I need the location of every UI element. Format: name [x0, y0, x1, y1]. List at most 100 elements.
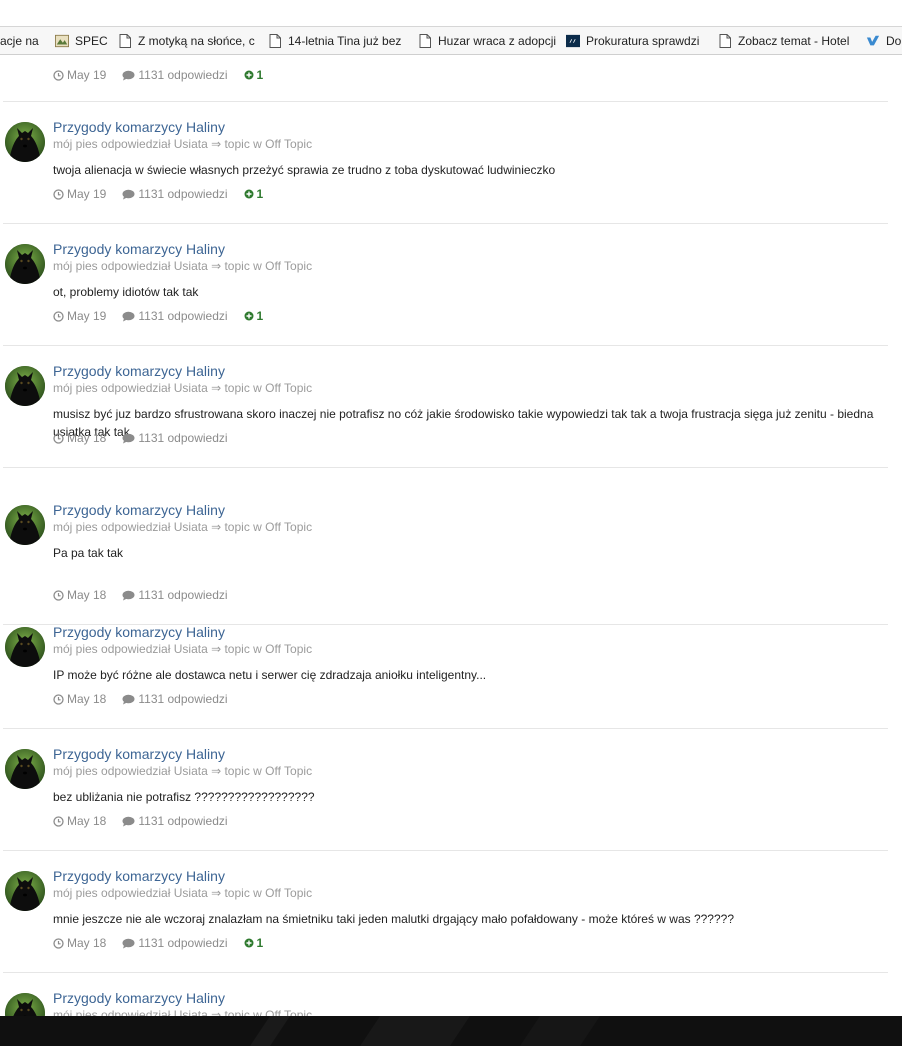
bookmark-5[interactable]: Prokuratura sprawdzi	[566, 27, 700, 54]
replies-count[interactable]: 1131 odpowiedzi	[122, 692, 228, 706]
replies-count[interactable]: 1131 odpowiedzi	[122, 187, 228, 201]
clock-icon	[53, 937, 64, 949]
post-stats: May 18 1131 odpowiedzi 1	[53, 936, 279, 950]
post-date: May 18	[53, 588, 106, 602]
replies-count[interactable]: 1131 odpowiedzi	[122, 814, 228, 828]
avatar[interactable]	[5, 366, 45, 406]
post-date: May 18	[53, 936, 106, 950]
post-meta: mój pies odpowiedział Usiata ⇒ topic w O…	[53, 381, 313, 395]
bookmark-7[interactable]: Do	[866, 27, 901, 54]
post-title-link[interactable]: Przygody komarzycy Haliny	[53, 502, 225, 518]
reputation-badge: 1	[244, 309, 263, 323]
comment-icon	[122, 189, 135, 199]
clock-icon	[53, 815, 64, 827]
post-title-link[interactable]: Przygody komarzycy Haliny	[53, 624, 225, 640]
comment-icon	[122, 311, 135, 321]
avatar[interactable]	[5, 122, 45, 162]
page-icon	[119, 34, 131, 48]
reputation-badge: 1	[244, 68, 263, 82]
post-title-link[interactable]: Przygody komarzycy Haliny	[53, 119, 225, 135]
avatar[interactable]	[5, 505, 45, 545]
clock-icon	[53, 589, 64, 601]
plus-circle-icon	[244, 311, 254, 321]
page-icon	[719, 34, 731, 48]
post-meta: mój pies odpowiedział Usiata ⇒ topic w O…	[53, 886, 313, 900]
page-icon	[269, 34, 281, 48]
post-body: Pa pa tak tak	[53, 546, 124, 560]
divider	[3, 467, 888, 468]
bookmark-label: Prokuratura sprawdzi	[586, 34, 700, 48]
dark-bottom-bar	[0, 1016, 902, 1046]
replies-count[interactable]: 1131 odpowiedzi	[122, 309, 228, 323]
dog-avatar-image	[5, 244, 45, 284]
replies-count[interactable]: 1131 odpowiedzi	[122, 936, 228, 950]
dog-avatar-image	[5, 749, 45, 789]
bookmark-3[interactable]: 14-letnia Tina już bez	[268, 27, 401, 54]
post-title-link[interactable]: Przygody komarzycy Haliny	[53, 868, 225, 884]
post-date: May 18	[53, 431, 106, 445]
divider	[3, 972, 888, 973]
spec-favicon-icon	[55, 34, 69, 48]
avatar[interactable]	[5, 627, 45, 667]
avatar[interactable]	[5, 749, 45, 789]
clock-icon	[53, 432, 64, 444]
dog-avatar-image	[5, 505, 45, 545]
bookmark-label: Z motyką na słońce, c	[138, 34, 255, 48]
comment-icon	[122, 694, 135, 704]
dog-avatar-image	[5, 871, 45, 911]
post-stats: May 18 1131 odpowiedzi	[53, 431, 244, 445]
post-date: May 18	[53, 692, 106, 706]
post-stats: May 19 1131 odpowiedzi 1	[53, 309, 279, 323]
replies-count[interactable]: 1131 odpowiedzi	[122, 588, 228, 602]
dog-avatar-image	[5, 366, 45, 406]
avatar[interactable]	[5, 871, 45, 911]
clock-icon	[53, 693, 64, 705]
dog-avatar-image	[5, 122, 45, 162]
bookmarks-bar: acje na SPEC Z motyką na słońce, c 14-le…	[0, 26, 902, 55]
bookmark-label: SPEC	[75, 34, 108, 48]
comment-icon	[122, 938, 135, 948]
reputation-badge: 1	[244, 187, 263, 201]
post-title-link[interactable]: Przygody komarzycy Haliny	[53, 990, 225, 1006]
post-stats: May 18 1131 odpowiedzi	[53, 814, 244, 828]
bookmark-4[interactable]: Huzar wraca z adopcji	[418, 27, 557, 54]
avatar[interactable]	[5, 993, 45, 1016]
post-date: May 19	[53, 187, 106, 201]
replies-count[interactable]: 1131 odpowiedzi	[122, 68, 228, 82]
comment-icon	[122, 70, 135, 80]
post-title-link[interactable]: Przygody komarzycy Haliny	[53, 746, 225, 762]
bookmark-0[interactable]: acje na	[0, 27, 39, 54]
post-date: May 19	[53, 68, 106, 82]
clock-icon	[53, 69, 64, 81]
post-title-link[interactable]: Przygody komarzycy Haliny	[53, 241, 225, 257]
bookmark-label: acje na	[0, 34, 39, 48]
post-title-link[interactable]: Przygody komarzycy Haliny	[53, 363, 225, 379]
post-date: May 19	[53, 309, 106, 323]
activity-feed: May 19 1131 odpowiedzi 1 Przygody komarz…	[0, 56, 902, 1016]
checkmark-favicon-icon	[866, 35, 880, 46]
bookmark-1[interactable]: SPEC	[55, 27, 108, 54]
window-top-strip	[0, 0, 902, 26]
dog-avatar-image	[5, 627, 45, 667]
post-body: bez ubliżania nie potrafisz ????????????…	[53, 790, 315, 804]
replies-count[interactable]: 1131 odpowiedzi	[122, 431, 228, 445]
post-meta: mój pies odpowiedział Usiata ⇒ topic w O…	[53, 764, 313, 778]
post-date: May 18	[53, 814, 106, 828]
clock-icon	[53, 310, 64, 322]
plus-circle-icon	[244, 70, 254, 80]
bookmark-2[interactable]: Z motyką na słońce, c	[118, 27, 255, 54]
post-stats: May 18 1131 odpowiedzi	[53, 692, 244, 706]
news-favicon-icon	[566, 34, 580, 48]
clock-icon	[53, 188, 64, 200]
bookmark-label: Huzar wraca z adopcji	[438, 34, 557, 48]
taskbar-pattern	[250, 1016, 600, 1046]
comment-icon	[122, 816, 135, 826]
reputation-badge: 1	[244, 936, 263, 950]
divider	[3, 345, 888, 346]
post-meta: mój pies odpowiedział Usiata ⇒ topic w O…	[53, 259, 313, 273]
plus-circle-icon	[244, 938, 254, 948]
post-meta: mój pies odpowiedział Usiata ⇒ topic w O…	[53, 520, 313, 534]
bookmark-6[interactable]: Zobacz temat - Hotel	[718, 27, 849, 54]
post-body: mnie jeszcze nie ale wczoraj znalazłam n…	[53, 912, 734, 926]
avatar[interactable]	[5, 244, 45, 284]
